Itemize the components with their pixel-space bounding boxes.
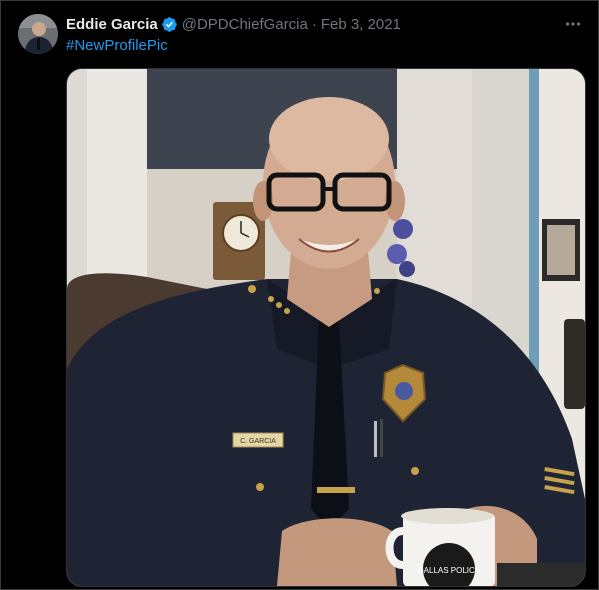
tweet-header: Eddie Garcia @DPDChiefGarcia · Feb 3, 20… [66,14,539,34]
hashtag-link[interactable]: #NewProfilePic [66,37,168,54]
author-name[interactable]: Eddie Garcia [66,16,158,33]
tweet-date[interactable]: Feb 3, 2021 [321,16,401,33]
tweet-photo[interactable]: C. GARCIA DALLAS POLICE [66,68,586,587]
avatar-image [18,14,58,54]
name-tag-text: C. GARCIA [240,438,276,445]
photo-illustration: C. GARCIA DALLAS POLICE [67,69,585,586]
more-icon[interactable] [563,14,583,34]
verified-badge-icon [161,16,177,32]
mug-text: DALLAS POLICE [418,566,480,575]
avatar[interactable] [18,14,58,54]
separator-dot: · [311,15,317,33]
author-handle[interactable]: @DPDChiefGarcia [182,16,308,33]
more-dots-icon [565,22,581,26]
